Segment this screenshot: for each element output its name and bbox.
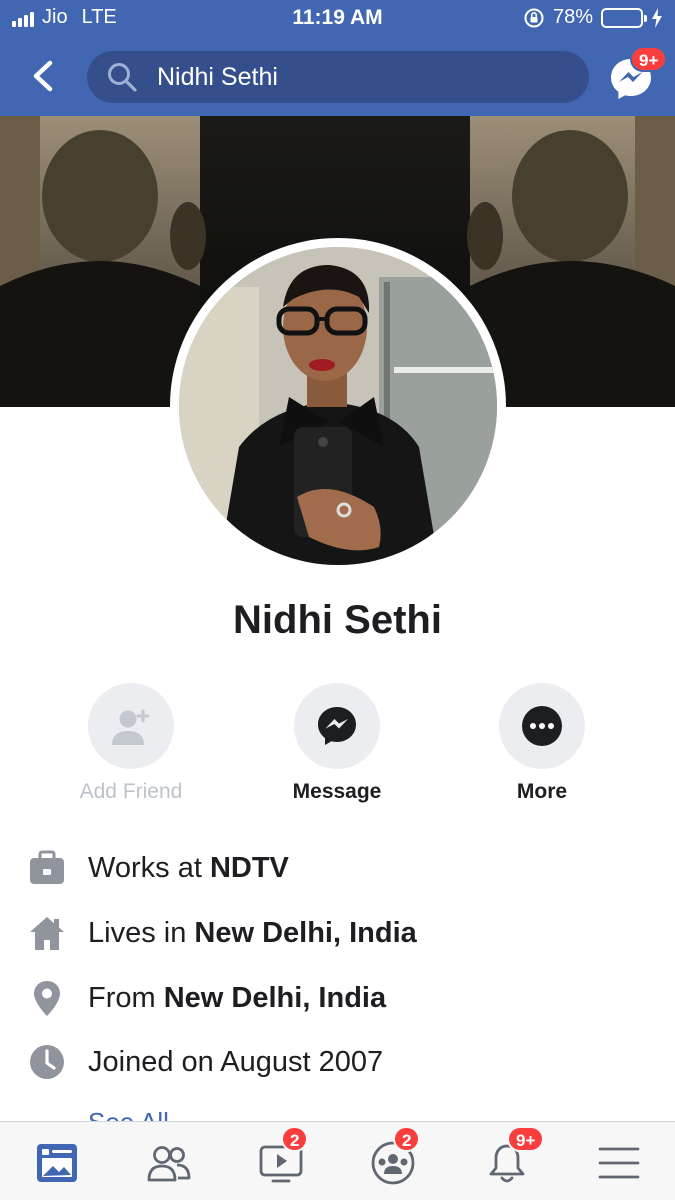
status-right: 78% bbox=[523, 6, 663, 29]
orientation-lock-icon bbox=[524, 8, 544, 27]
chevron-left-icon bbox=[33, 60, 53, 92]
add-friend-circle bbox=[88, 683, 174, 769]
messenger-badge: 9+ bbox=[630, 46, 668, 72]
message-button[interactable]: Message bbox=[252, 683, 422, 804]
from-value: New Delhi, India bbox=[163, 981, 387, 1014]
work-prefix: Works at bbox=[88, 851, 202, 884]
tab-watch[interactable]: 2 bbox=[251, 1126, 311, 1188]
info-from[interactable]: From New Delhi, India bbox=[26, 973, 646, 1023]
back-button[interactable] bbox=[24, 56, 64, 96]
more-button[interactable]: More bbox=[457, 683, 627, 804]
briefcase-icon bbox=[26, 847, 68, 889]
message-label: Message bbox=[292, 780, 382, 803]
search-icon bbox=[108, 63, 137, 92]
joined-text: Joined on August 2007 bbox=[88, 1045, 384, 1078]
friends-icon bbox=[147, 1146, 191, 1182]
news-feed-icon bbox=[37, 1144, 77, 1182]
search-input[interactable]: Nidhi Sethi bbox=[87, 51, 589, 103]
info-work[interactable]: Works at NDTV bbox=[26, 843, 646, 893]
profile-photo bbox=[179, 247, 497, 565]
more-icon bbox=[522, 706, 562, 746]
add-friend-icon bbox=[112, 709, 150, 745]
watch-badge: 2 bbox=[281, 1126, 309, 1152]
info-lives[interactable]: Lives in New Delhi, India bbox=[26, 908, 646, 958]
charging-icon bbox=[652, 7, 662, 28]
battery-icon bbox=[601, 7, 647, 28]
profile-name: Nidhi Sethi bbox=[233, 598, 442, 642]
info-joined: Joined on August 2007 bbox=[26, 1037, 646, 1087]
tab-friends[interactable] bbox=[139, 1138, 199, 1188]
see-all-link[interactable]: See All bbox=[88, 1108, 169, 1122]
home-icon bbox=[26, 912, 68, 954]
profile-picture[interactable] bbox=[170, 238, 506, 574]
work-value: NDTV bbox=[209, 851, 289, 884]
clock-icon bbox=[26, 1041, 68, 1083]
more-circle bbox=[499, 683, 585, 769]
messenger-button[interactable]: 9+ bbox=[608, 46, 668, 106]
add-friend-label: Add Friend bbox=[79, 780, 183, 803]
message-circle bbox=[294, 683, 380, 769]
tab-news-feed[interactable] bbox=[27, 1138, 87, 1188]
from-prefix: From bbox=[88, 981, 156, 1014]
more-label: More bbox=[516, 780, 568, 803]
bottom-tab-bar: 2 2 9+ bbox=[0, 1121, 675, 1200]
tab-notifications[interactable]: 9+ bbox=[477, 1126, 545, 1188]
messenger-icon bbox=[318, 707, 356, 745]
add-friend-button[interactable]: Add Friend bbox=[46, 683, 216, 804]
menu-icon bbox=[598, 1147, 640, 1179]
tab-groups[interactable]: 2 bbox=[363, 1126, 423, 1188]
top-bar: Jio LTE 11:19 AM 78% Nidhi Sethi 9+ bbox=[0, 0, 675, 116]
tab-menu[interactable] bbox=[589, 1138, 649, 1188]
groups-badge: 2 bbox=[393, 1126, 421, 1152]
location-pin-icon bbox=[26, 977, 68, 1019]
search-query: Nidhi Sethi bbox=[157, 62, 278, 91]
profile-photo-image bbox=[179, 247, 497, 565]
lives-prefix: Lives in bbox=[88, 916, 187, 949]
notifications-badge: 9+ bbox=[507, 1126, 545, 1152]
battery-percent: 78% bbox=[552, 6, 593, 28]
status-bar: Jio LTE 11:19 AM 78% bbox=[0, 0, 675, 38]
lives-value: New Delhi, India bbox=[194, 916, 417, 949]
